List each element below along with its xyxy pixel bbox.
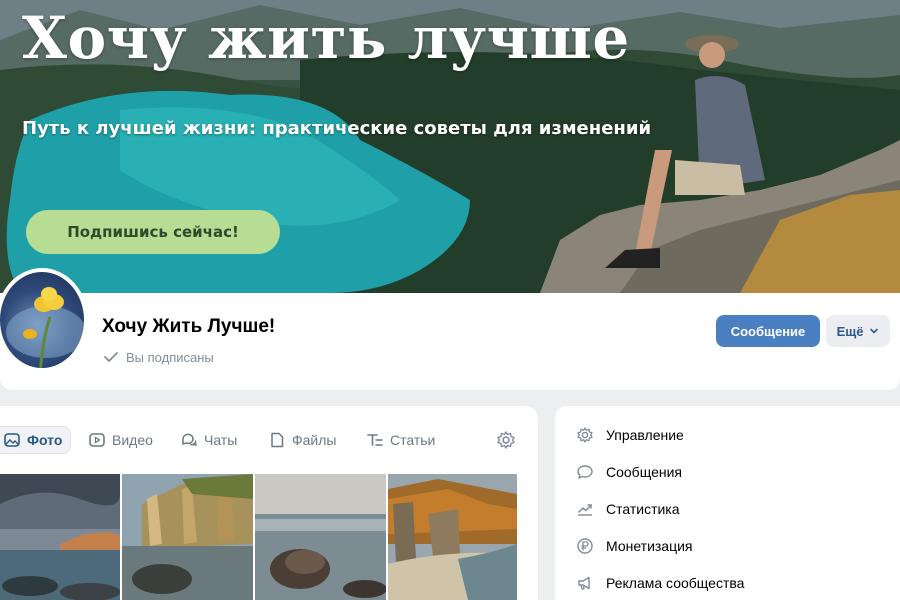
tab-photo[interactable]: Фото bbox=[0, 426, 72, 454]
tab-video[interactable]: Видео bbox=[80, 426, 161, 454]
photo-thumbnail[interactable] bbox=[0, 474, 120, 600]
menu-item-monetization-label: Монетизация bbox=[606, 538, 693, 554]
seaside-cliff-photo bbox=[0, 474, 120, 600]
gear-icon bbox=[577, 427, 593, 443]
message-icon bbox=[577, 465, 593, 479]
cover-subtitle: Путь к лучшей жизни: практические советы… bbox=[22, 118, 652, 139]
megaphone-icon bbox=[578, 576, 590, 590]
chats-icon bbox=[182, 433, 197, 446]
more-button-label: Ещё bbox=[836, 323, 864, 339]
tab-articles[interactable]: Статьи bbox=[358, 426, 443, 454]
tab-photo-label: Фото bbox=[27, 432, 63, 448]
more-button[interactable]: Ещё bbox=[826, 315, 890, 347]
message-button[interactable]: Сообщение bbox=[716, 315, 820, 347]
menu-item-community-ads[interactable]: Реклама сообщества bbox=[576, 572, 744, 594]
tab-chats-label: Чаты bbox=[204, 432, 238, 448]
ruble-icon bbox=[577, 538, 593, 554]
menu-item-management-label: Управление bbox=[606, 427, 684, 443]
menu-item-community-ads-label: Реклама сообщества bbox=[606, 575, 745, 591]
sea-rocks-photo bbox=[255, 474, 386, 600]
tab-articles-label: Статьи bbox=[390, 432, 436, 448]
articles-icon bbox=[367, 434, 383, 446]
menu-item-messages-label: Сообщения bbox=[606, 464, 682, 480]
video-icon bbox=[89, 433, 105, 447]
gear-icon[interactable] bbox=[496, 430, 516, 450]
tab-chats[interactable]: Чаты bbox=[172, 426, 245, 454]
menu-item-monetization[interactable]: Монетизация bbox=[576, 535, 693, 557]
menu-item-statistics-label: Статистика bbox=[606, 501, 680, 517]
group-avatar[interactable] bbox=[0, 268, 88, 372]
tab-files-label: Файлы bbox=[292, 432, 337, 448]
stats-icon bbox=[578, 504, 592, 516]
photo-icon bbox=[4, 433, 20, 447]
menu-item-management[interactable]: Управление bbox=[576, 424, 684, 446]
chevron-down-icon bbox=[870, 328, 879, 334]
cover-title: Хочу жить лучше bbox=[22, 4, 630, 72]
rock-formation-photo bbox=[122, 474, 253, 600]
file-icon bbox=[271, 432, 284, 448]
photo-thumbnail[interactable] bbox=[122, 474, 253, 600]
tab-video-label: Видео bbox=[112, 432, 153, 448]
menu-item-statistics[interactable]: Статистика bbox=[576, 498, 680, 520]
photo-thumbnail[interactable] bbox=[255, 474, 386, 600]
photo-thumbnail[interactable] bbox=[388, 474, 517, 600]
menu-item-messages[interactable]: Сообщения bbox=[576, 461, 682, 483]
check-icon bbox=[104, 352, 118, 362]
subscription-status[interactable]: Вы подписаны bbox=[102, 348, 214, 366]
group-name: Хочу Жить Лучше! bbox=[102, 316, 276, 337]
autumn-coast-photo bbox=[388, 474, 517, 600]
tab-files[interactable]: Файлы bbox=[260, 426, 344, 454]
cover-banner: Хочу жить лучше Путь к лучшей жизни: пра… bbox=[0, 0, 900, 293]
subscription-status-label: Вы подписаны bbox=[126, 349, 214, 365]
subscribe-now-button[interactable]: Подпишись сейчас! bbox=[26, 210, 280, 254]
